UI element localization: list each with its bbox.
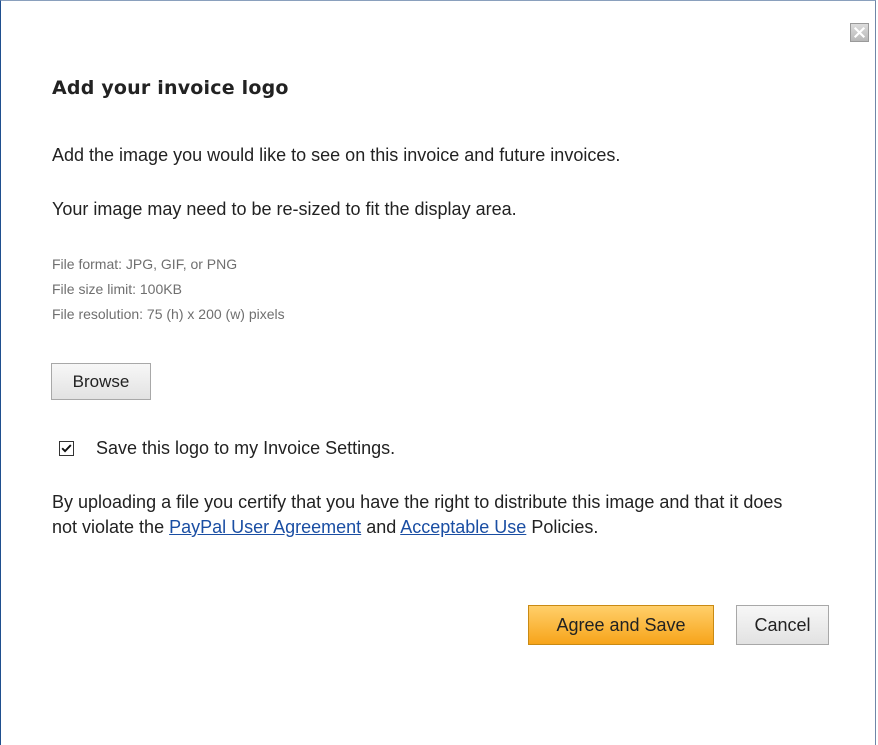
intro-text: Add the image you would like to see on t… <box>52 145 621 165</box>
close-button[interactable] <box>850 23 869 42</box>
dialog-title: Add your invoice logo <box>52 77 289 99</box>
file-size-spec: File size limit: 100KB <box>52 281 182 297</box>
legal-text-end: Policies. <box>526 517 599 537</box>
cancel-button[interactable]: Cancel <box>736 605 829 645</box>
resize-note: Your image may need to be re-sized to fi… <box>52 199 517 219</box>
legal-text-middle: and <box>361 517 401 537</box>
checkmark-icon <box>61 444 72 453</box>
browse-button[interactable]: Browse <box>51 363 151 400</box>
save-logo-option[interactable]: Save this logo to my Invoice Settings. <box>59 438 395 459</box>
acceptable-use-link[interactable]: Acceptable Use <box>400 517 526 537</box>
save-logo-checkbox[interactable] <box>59 441 74 456</box>
file-resolution-spec: File resolution: 75 (h) x 200 (w) pixels <box>52 306 285 322</box>
file-format-spec: File format: JPG, GIF, or PNG <box>52 256 238 272</box>
agree-and-save-button[interactable]: Agree and Save <box>528 605 714 645</box>
invoice-logo-dialog: Add your invoice logo Add the image you … <box>0 0 876 745</box>
user-agreement-link[interactable]: PayPal User Agreement <box>169 517 361 537</box>
legal-notice: By uploading a file you certify that you… <box>52 490 812 540</box>
file-requirements: File format: JPG, GIF, or PNG File size … <box>52 252 285 327</box>
close-icon <box>853 26 866 39</box>
save-logo-label: Save this logo to my Invoice Settings. <box>96 438 396 458</box>
